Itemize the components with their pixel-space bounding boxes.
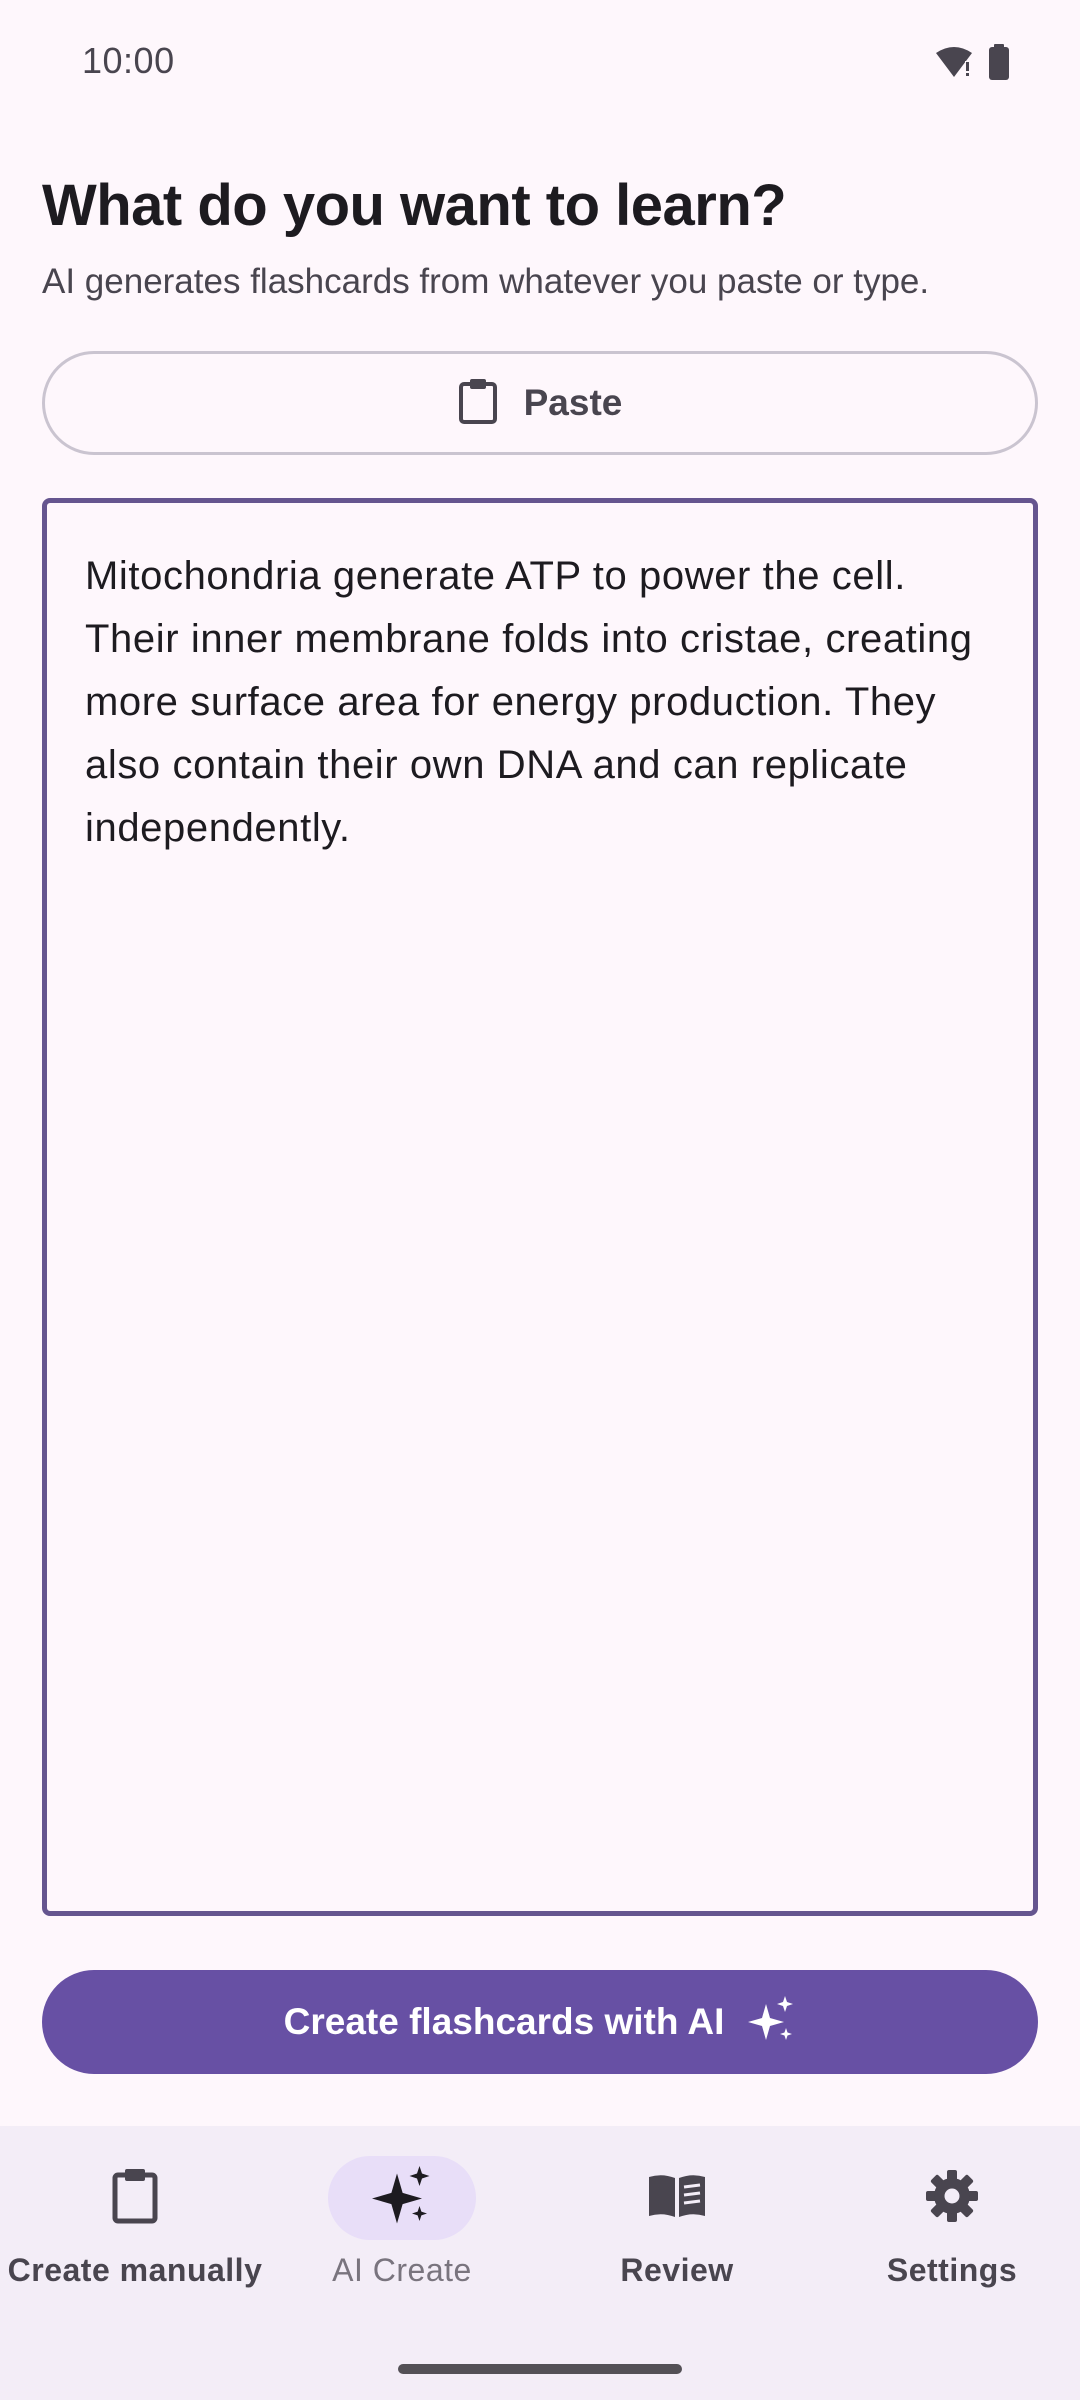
learning-text-input[interactable]: Mitochondria generate ATP to power the c… — [42, 498, 1038, 1916]
status-icons — [934, 44, 1010, 85]
home-indicator[interactable] — [398, 2364, 682, 2374]
nav-item-settings[interactable]: Settings — [817, 2156, 1080, 2336]
nav-pill — [61, 2156, 209, 2240]
nav-pill-active — [328, 2156, 476, 2240]
nav-label-settings: Settings — [886, 2252, 1018, 2288]
sparkles-icon — [372, 2165, 432, 2231]
bottom-navigation: Create manually AI Create Review Setting… — [0, 2126, 1080, 2400]
nav-label-ai-create: AI Create — [332, 2252, 472, 2288]
battery-icon — [988, 44, 1010, 85]
nav-label-create-manually: Create manually — [7, 2252, 263, 2288]
nav-pill — [603, 2156, 751, 2240]
gear-icon — [925, 2169, 979, 2228]
nav-item-review[interactable]: Review — [542, 2156, 812, 2336]
wifi-alert-icon — [934, 45, 974, 84]
page-subtitle: AI generates flashcards from whatever yo… — [42, 262, 930, 301]
sparkles-icon — [748, 1995, 796, 2049]
clipboard-icon — [111, 2168, 159, 2229]
status-time: 10:00 — [82, 40, 175, 81]
nav-label-review: Review — [620, 2252, 734, 2288]
page-title: What do you want to learn? — [42, 173, 787, 238]
create-flashcards-button[interactable]: Create flashcards with AI — [42, 1970, 1038, 2074]
status-bar: 10:00 — [0, 0, 1080, 128]
paste-button[interactable]: Paste — [42, 351, 1038, 455]
clipboard-icon — [458, 378, 498, 429]
paste-button-label: Paste — [523, 382, 623, 423]
nav-item-create-manually[interactable]: Create manually — [0, 2156, 270, 2336]
nav-item-ai-create[interactable]: AI Create — [267, 2156, 537, 2336]
book-icon — [647, 2173, 707, 2224]
create-flashcards-label: Create flashcards with AI — [283, 2001, 725, 2042]
nav-pill — [878, 2156, 1026, 2240]
